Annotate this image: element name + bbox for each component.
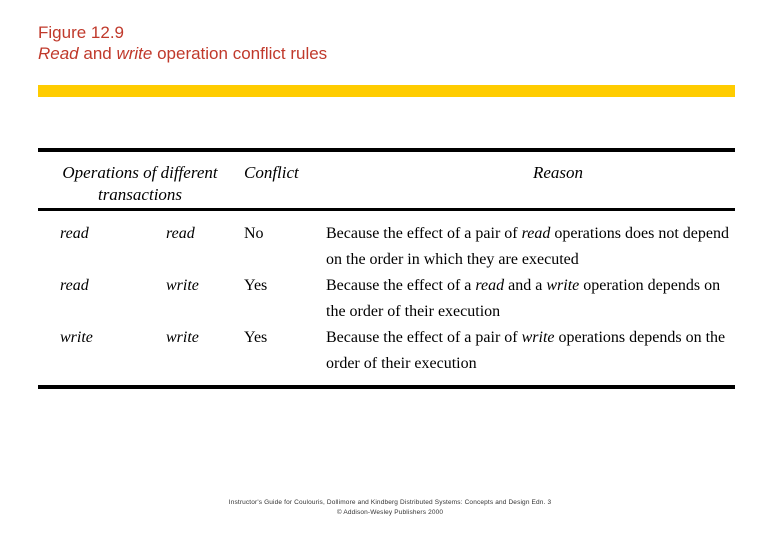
column-header-conflict: Conflict bbox=[244, 163, 299, 182]
table-row: read write Yes Because the effect of a r… bbox=[38, 273, 735, 325]
cell-operation-2: read bbox=[166, 225, 195, 242]
cell-operation-2: write bbox=[166, 277, 199, 294]
table-bottom-rule bbox=[38, 385, 735, 389]
reason-text-part2: and a bbox=[504, 277, 547, 294]
cell-reason: Because the effect of a read and a write… bbox=[326, 273, 735, 325]
reason-text-part1: Because the effect of a bbox=[326, 277, 476, 294]
title-block: Figure 12.9 Read and write operation con… bbox=[38, 22, 738, 64]
cell-conflict: No bbox=[244, 225, 264, 242]
subtitle-mid: and bbox=[78, 44, 117, 63]
table-row: write write Yes Because the effect of a … bbox=[38, 325, 735, 377]
cell-operation-1: read bbox=[60, 277, 89, 294]
cell-conflict: Yes bbox=[244, 329, 268, 346]
reason-emphasis-1: read bbox=[521, 225, 551, 242]
reason-emphasis-2: write bbox=[546, 277, 580, 294]
conflict-rules-table: Operations of different transactions Con… bbox=[38, 148, 735, 389]
cell-reason: Because the effect of a pair of read ope… bbox=[326, 221, 735, 273]
accent-bar bbox=[38, 85, 735, 97]
subtitle-word-write: write bbox=[116, 44, 153, 63]
table-header-row: Operations of different transactions Con… bbox=[38, 152, 735, 208]
column-header-operations-line1: Operations of different bbox=[62, 163, 218, 182]
reason-text-part1: Because the effect of a pair of bbox=[326, 329, 522, 346]
subtitle-suffix: operation conflict rules bbox=[152, 44, 328, 63]
cell-operation-2: write bbox=[166, 329, 199, 346]
cell-operation-1: read bbox=[60, 225, 89, 242]
footer-line-2: © Addison-Wesley Publishers 2000 bbox=[336, 509, 444, 516]
table-body: read read No Because the effect of a pai… bbox=[38, 211, 735, 385]
cell-conflict: Yes bbox=[244, 277, 268, 294]
slide-canvas: Figure 12.9 Read and write operation con… bbox=[0, 0, 780, 540]
reason-text-part1: Because the effect of a pair of bbox=[326, 225, 522, 242]
footer-line-1: Instructor's Guide for Coulouris, Dollim… bbox=[228, 499, 552, 506]
table-row: read read No Because the effect of a pai… bbox=[38, 221, 735, 273]
reason-emphasis-1: read bbox=[475, 277, 505, 294]
cell-operation-1: write bbox=[60, 329, 93, 346]
reason-emphasis-1: write bbox=[521, 329, 555, 346]
column-header-reason: Reason bbox=[532, 163, 584, 182]
column-header-operations: Operations of different transactions bbox=[40, 162, 240, 206]
column-header-operations-line2: transactions bbox=[97, 185, 183, 204]
figure-number: Figure 12.9 bbox=[38, 23, 124, 42]
cell-reason: Because the effect of a pair of write op… bbox=[326, 325, 735, 377]
figure-subtitle: Read and write operation conflict rules bbox=[38, 43, 738, 64]
footer: Instructor's Guide for Coulouris, Dollim… bbox=[0, 498, 780, 518]
subtitle-word-read: Read bbox=[38, 44, 79, 63]
